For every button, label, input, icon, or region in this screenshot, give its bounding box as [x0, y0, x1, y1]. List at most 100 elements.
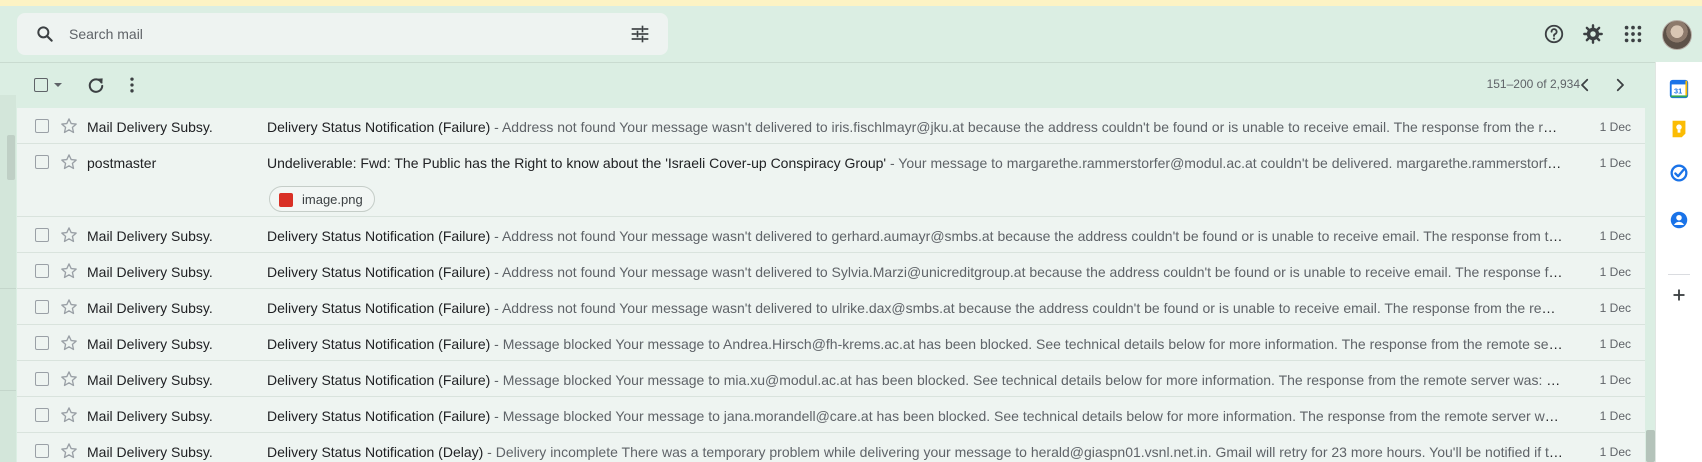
- sender-name: Mail Delivery Subsy.: [87, 444, 213, 460]
- star-icon[interactable]: [59, 152, 79, 172]
- page-count: 151–200 of 2,934: [1486, 77, 1580, 91]
- apps-grid-icon[interactable]: [1622, 23, 1644, 45]
- search-options-icon[interactable]: [630, 24, 650, 44]
- star-icon[interactable]: [59, 333, 79, 353]
- email-subject: Undeliverable: Fwd: The Public has the R…: [267, 155, 887, 171]
- email-row[interactable]: Mail Delivery Subsy. Delivery Status Not…: [17, 433, 1645, 462]
- email-content: Delivery Status Notification (Failure) -…: [267, 372, 1563, 388]
- header-divider: [0, 62, 1655, 63]
- row-checkbox[interactable]: [35, 372, 49, 386]
- star-icon[interactable]: [59, 369, 79, 389]
- search-input[interactable]: [69, 23, 589, 45]
- star-icon[interactable]: [59, 405, 79, 425]
- search-icon[interactable]: [35, 24, 55, 44]
- sender-name: postmaster: [87, 155, 157, 171]
- email-snippet: - Address not found Your message wasn't …: [494, 300, 1563, 316]
- email-row[interactable]: postmaster Undeliverable: Fwd: The Publi…: [17, 144, 1645, 217]
- settings-icon[interactable]: [1582, 23, 1604, 45]
- row-checkbox[interactable]: [35, 119, 49, 133]
- nav-collapsed-edge: [0, 95, 16, 462]
- nav-scroll-thumb[interactable]: [7, 135, 15, 180]
- side-panel: 31: [1655, 62, 1702, 462]
- nav-divider: [0, 288, 16, 289]
- email-snippet: - Message blocked Your message to mia.xu…: [494, 372, 1563, 388]
- email-date: 1 Dec: [1599, 156, 1631, 170]
- row-checkbox[interactable]: [35, 444, 49, 458]
- sender-name: Mail Delivery Subsy.: [87, 300, 213, 316]
- sender-name: Mail Delivery Subsy.: [87, 336, 213, 352]
- email-date: 1 Dec: [1599, 301, 1631, 315]
- email-row[interactable]: Mail Delivery Subsy. Delivery Status Not…: [17, 108, 1645, 144]
- email-content: Delivery Status Notification (Failure) -…: [267, 264, 1563, 280]
- top-notification-strip: [0, 0, 1702, 6]
- email-content: Undeliverable: Fwd: The Public has the R…: [267, 155, 1563, 171]
- chevron-right-icon[interactable]: [1611, 76, 1629, 94]
- calendar-icon[interactable]: 31: [1668, 78, 1690, 100]
- email-date: 1 Dec: [1599, 373, 1631, 387]
- email-snippet: - Address not found Your message wasn't …: [494, 228, 1563, 244]
- support-icon[interactable]: [1543, 23, 1565, 45]
- star-icon[interactable]: [59, 261, 79, 281]
- chevron-left-icon[interactable]: [1576, 76, 1594, 94]
- email-row[interactable]: Mail Delivery Subsy. Delivery Status Not…: [17, 217, 1645, 253]
- account-avatar[interactable]: [1662, 20, 1692, 50]
- email-subject: Delivery Status Notification (Failure): [267, 408, 491, 424]
- email-subject: Delivery Status Notification (Delay): [267, 444, 484, 460]
- email-snippet: - Message blocked Your message to Andrea…: [494, 336, 1563, 352]
- list-scrollbar-thumb[interactable]: [1646, 430, 1655, 462]
- email-date: 1 Dec: [1599, 229, 1631, 243]
- email-subject: Delivery Status Notification (Failure): [267, 372, 491, 388]
- select-all-checkbox[interactable]: [34, 78, 48, 92]
- row-checkbox[interactable]: [35, 300, 49, 314]
- email-row[interactable]: Mail Delivery Subsy. Delivery Status Not…: [17, 253, 1645, 289]
- email-content: Delivery Status Notification (Failure) -…: [267, 336, 1563, 352]
- email-row[interactable]: Mail Delivery Subsy. Delivery Status Not…: [17, 397, 1645, 433]
- email-snippet: - Your message to margarethe.rammerstorf…: [889, 155, 1563, 171]
- email-date: 1 Dec: [1599, 265, 1631, 279]
- email-snippet: - Message blocked Your message to jana.m…: [494, 408, 1563, 424]
- more-options-icon[interactable]: [122, 75, 142, 95]
- email-subject: Delivery Status Notification (Failure): [267, 300, 491, 316]
- email-row[interactable]: Mail Delivery Subsy. Delivery Status Not…: [17, 361, 1645, 397]
- email-snippet: - Delivery incomplete There was a tempor…: [483, 444, 1563, 460]
- attachment-chip[interactable]: image.png: [269, 186, 375, 212]
- email-subject: Delivery Status Notification (Failure): [267, 336, 491, 352]
- email-content: Delivery Status Notification (Failure) -…: [267, 119, 1563, 135]
- star-icon[interactable]: [59, 225, 79, 245]
- star-icon[interactable]: [59, 116, 79, 136]
- sender-name: Mail Delivery Subsy.: [87, 119, 213, 135]
- email-content: Delivery Status Notification (Failure) -…: [267, 228, 1563, 244]
- email-content: Delivery Status Notification (Failure) -…: [267, 300, 1563, 316]
- row-checkbox[interactable]: [35, 155, 49, 169]
- email-date: 1 Dec: [1599, 445, 1631, 459]
- row-checkbox[interactable]: [35, 408, 49, 422]
- add-icon[interactable]: [1668, 284, 1690, 306]
- row-checkbox[interactable]: [35, 336, 49, 350]
- email-snippet: - Address not found Your message wasn't …: [494, 119, 1563, 135]
- attachment-name: image.png: [302, 192, 363, 207]
- email-subject: Delivery Status Notification (Failure): [267, 264, 491, 280]
- email-row[interactable]: Mail Delivery Subsy. Delivery Status Not…: [17, 289, 1645, 325]
- search-bar[interactable]: [17, 13, 668, 55]
- contacts-icon[interactable]: [1668, 209, 1690, 231]
- row-checkbox[interactable]: [35, 228, 49, 242]
- email-date: 1 Dec: [1599, 409, 1631, 423]
- chevron-down-icon[interactable]: [53, 80, 63, 90]
- star-icon[interactable]: [59, 297, 79, 317]
- star-icon[interactable]: [59, 441, 79, 461]
- side-panel-divider: [1668, 274, 1690, 275]
- sender-name: Mail Delivery Subsy.: [87, 228, 213, 244]
- email-row[interactable]: Mail Delivery Subsy. Delivery Status Not…: [17, 325, 1645, 361]
- row-checkbox[interactable]: [35, 264, 49, 278]
- email-list: Mail Delivery Subsy. Delivery Status Not…: [17, 108, 1645, 462]
- sender-name: Mail Delivery Subsy.: [87, 372, 213, 388]
- email-subject: Delivery Status Notification (Failure): [267, 119, 491, 135]
- keep-icon[interactable]: [1668, 118, 1690, 140]
- tasks-icon[interactable]: [1668, 162, 1690, 184]
- email-subject: Delivery Status Notification (Failure): [267, 228, 491, 244]
- nav-divider: [0, 390, 16, 391]
- refresh-icon[interactable]: [86, 75, 106, 95]
- email-snippet: - Address not found Your message wasn't …: [494, 264, 1563, 280]
- email-date: 1 Dec: [1599, 337, 1631, 351]
- image-file-icon: [279, 193, 293, 207]
